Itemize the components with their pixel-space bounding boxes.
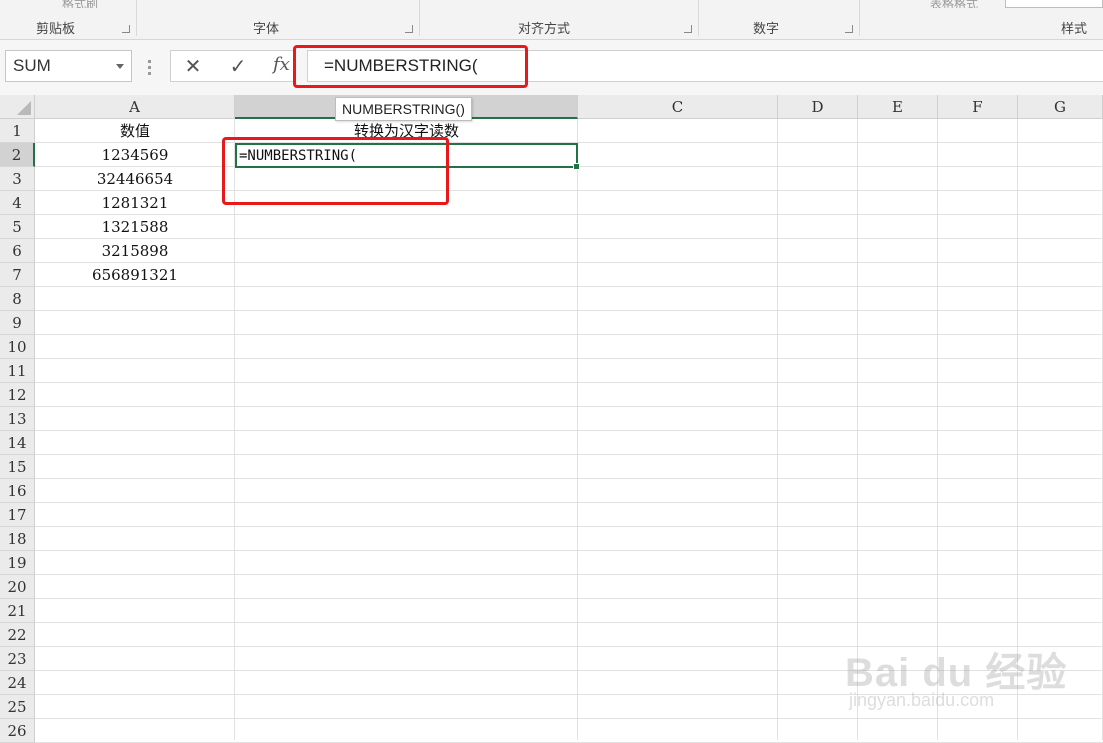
- number-launcher-icon[interactable]: [845, 25, 853, 33]
- grid-line: [35, 550, 1103, 551]
- grid-line: [35, 526, 1103, 527]
- group-label-alignment: 对齐方式: [518, 22, 571, 37]
- grid-line: [35, 358, 1103, 359]
- row-header-20[interactable]: 20: [0, 575, 35, 599]
- font-launcher-icon[interactable]: [405, 25, 413, 33]
- row-header-4[interactable]: 4: [0, 191, 35, 215]
- cell-b1[interactable]: 转换为汉字读数: [235, 119, 578, 143]
- clipboard-launcher-icon[interactable]: [122, 25, 130, 33]
- row-header-25[interactable]: 25: [0, 695, 35, 719]
- row-header-11[interactable]: 11: [0, 359, 35, 383]
- alignment-launcher-icon[interactable]: [684, 25, 692, 33]
- grid-line: [35, 574, 1103, 575]
- row-header-24[interactable]: 24: [0, 671, 35, 695]
- cell-a2[interactable]: 1234569: [35, 143, 235, 167]
- formula-bar: SUM ✕ ✓ fx =NUMBERSTRING(: [0, 40, 1103, 95]
- group-label-clipboard: 剪贴板: [36, 22, 76, 37]
- function-tooltip[interactable]: NUMBERSTRING(): [335, 97, 472, 121]
- row-header-16[interactable]: 16: [0, 479, 35, 503]
- row-header-2[interactable]: 2: [0, 143, 35, 167]
- grid-line: [35, 382, 1103, 383]
- group-divider: [859, 0, 860, 36]
- row-header-9[interactable]: 9: [0, 311, 35, 335]
- ribbon-table-format-fragment[interactable]: 表格格式: [930, 0, 978, 8]
- column-header-c[interactable]: C: [578, 95, 778, 119]
- row-header-5[interactable]: 5: [0, 215, 35, 239]
- group-divider: [698, 0, 699, 36]
- group-label-number: 数字: [753, 22, 780, 37]
- row-header-3[interactable]: 3: [0, 167, 35, 191]
- row-header-17[interactable]: 17: [0, 503, 35, 527]
- grid-line: [35, 598, 1103, 599]
- grid-line: [35, 454, 1103, 455]
- row-header-19[interactable]: 19: [0, 551, 35, 575]
- drag-handle-icon[interactable]: [148, 60, 151, 78]
- grid-line: [35, 334, 1103, 335]
- row-header-15[interactable]: 15: [0, 455, 35, 479]
- select-all-corner[interactable]: [0, 95, 35, 119]
- ribbon: 格式刷 表格格式 剪贴板 字体 对齐方式 数字 样式: [0, 0, 1103, 40]
- cell-a5[interactable]: 1321588: [35, 215, 235, 239]
- row-header-23[interactable]: 23: [0, 647, 35, 671]
- row-header-21[interactable]: 21: [0, 599, 35, 623]
- grid-line: [35, 310, 1103, 311]
- group-divider: [419, 0, 420, 36]
- fill-handle[interactable]: [573, 163, 580, 170]
- ribbon-format-painter-fragment[interactable]: 格式刷: [62, 0, 98, 8]
- cell-a4[interactable]: 1281321: [35, 191, 235, 215]
- enter-icon[interactable]: ✓: [226, 55, 250, 77]
- insert-function-icon[interactable]: fx: [273, 54, 290, 75]
- group-label-styles: 样式: [1061, 22, 1088, 37]
- row-header-7[interactable]: 7: [0, 263, 35, 287]
- row-header-13[interactable]: 13: [0, 407, 35, 431]
- row-header-10[interactable]: 10: [0, 335, 35, 359]
- grid-line: [35, 478, 1103, 479]
- group-label-font: 字体: [253, 22, 280, 37]
- row-header-26[interactable]: 26: [0, 719, 35, 743]
- cell-a7[interactable]: 656891321: [35, 263, 235, 287]
- column-header-e[interactable]: E: [858, 95, 938, 119]
- row-header-22[interactable]: 22: [0, 623, 35, 647]
- cell-edit-text: =NUMBERSTRING(: [239, 148, 358, 164]
- chevron-down-icon[interactable]: [116, 64, 124, 69]
- formula-input[interactable]: =NUMBERSTRING(: [307, 50, 1103, 82]
- baidu-watermark: Bai du 经验 jingyan.baidu.com: [845, 622, 1066, 720]
- row-header-8[interactable]: 8: [0, 287, 35, 311]
- grid-line: [35, 406, 1103, 407]
- formula-buttons: ✕ ✓ fx: [170, 50, 295, 82]
- row-header-14[interactable]: 14: [0, 431, 35, 455]
- cell-a1[interactable]: 数值: [35, 119, 235, 143]
- row-header-6[interactable]: 6: [0, 239, 35, 263]
- cell-a6[interactable]: 3215898: [35, 239, 235, 263]
- grid-line: [35, 430, 1103, 431]
- ribbon-style-box[interactable]: [1005, 0, 1103, 8]
- column-header-a[interactable]: A: [35, 95, 235, 119]
- name-box-value: SUM: [13, 56, 51, 75]
- grid-line: [35, 502, 1103, 503]
- column-header-d[interactable]: D: [778, 95, 858, 119]
- row-header-18[interactable]: 18: [0, 527, 35, 551]
- cell-a3[interactable]: 32446654: [35, 167, 235, 191]
- watermark-url: jingyan.baidu.com: [849, 690, 995, 710]
- group-divider: [136, 0, 137, 36]
- cancel-icon[interactable]: ✕: [181, 55, 205, 77]
- column-header-f[interactable]: F: [938, 95, 1018, 119]
- row-header-1[interactable]: 1: [0, 119, 35, 143]
- row-header-12[interactable]: 12: [0, 383, 35, 407]
- column-header-g[interactable]: G: [1018, 95, 1103, 119]
- name-box[interactable]: SUM: [5, 50, 132, 82]
